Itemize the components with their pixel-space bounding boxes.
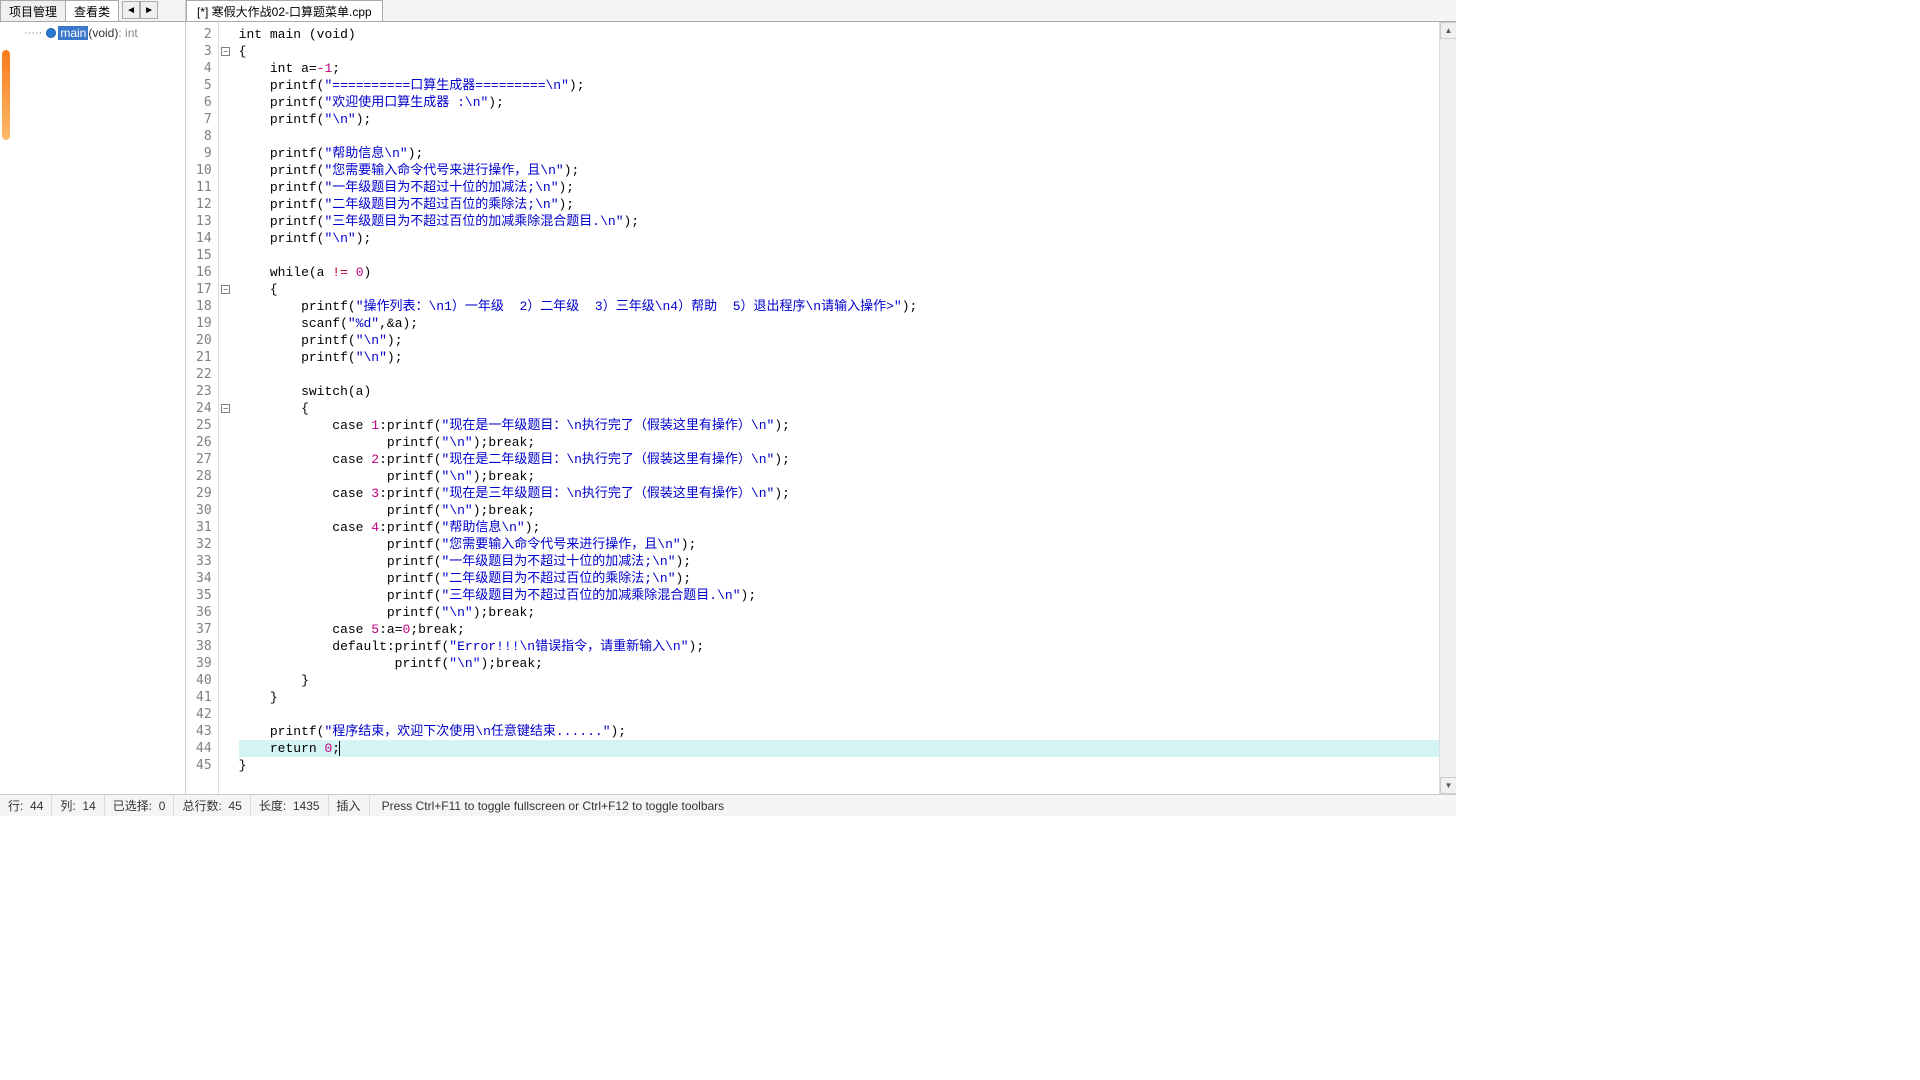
scroll-down-button[interactable]: ▼: [1440, 777, 1456, 794]
tree-node-main[interactable]: ····· main(void) : int: [4, 26, 181, 40]
line-numbers: 2345678910111213141516171819202122232425…: [186, 22, 219, 794]
left-tabs: 项目管理 查看类 ◄ ►: [0, 0, 185, 22]
nav-prev-button[interactable]: ◄: [122, 1, 140, 19]
nav-next-button[interactable]: ►: [140, 1, 158, 19]
status-selected: 已选择: 0: [105, 795, 175, 816]
status-total-lines: 总行数: 45: [174, 795, 250, 816]
status-col: 列: 14: [52, 795, 104, 816]
tree-scroll-indicator[interactable]: [2, 50, 10, 140]
fold-column: −−−: [219, 22, 233, 794]
status-row: 行: 44: [0, 795, 52, 816]
file-tab-active[interactable]: [*] 寒假大作战02-口算题菜单.cpp: [186, 0, 383, 21]
code-editor[interactable]: int main (void){ int a=-1; printf("=====…: [233, 22, 1456, 794]
tree-connector: ·····: [24, 27, 42, 39]
tab-project[interactable]: 项目管理: [0, 0, 66, 21]
scroll-up-button[interactable]: ▲: [1440, 22, 1456, 39]
vertical-scrollbar[interactable]: ▲ ▼: [1439, 22, 1456, 794]
file-tabs: [*] 寒假大作战02-口算题菜单.cpp: [186, 0, 1456, 22]
status-insert-mode: 插入: [329, 795, 370, 816]
left-panel: 项目管理 查看类 ◄ ► ····· main(void) : int: [0, 0, 186, 794]
tree-func-name: main: [58, 26, 88, 40]
tree-func-ret: : int: [118, 26, 137, 40]
status-hint: Press Ctrl+F11 to toggle fullscreen or C…: [370, 799, 737, 813]
class-tree: ····· main(void) : int: [0, 22, 185, 794]
status-bar: 行: 44 列: 14 已选择: 0 总行数: 45 长度: 1435 插入 P…: [0, 794, 1456, 816]
function-icon: [46, 28, 56, 38]
status-length: 长度: 1435: [251, 795, 329, 816]
editor-panel: [*] 寒假大作战02-口算题菜单.cpp 234567891011121314…: [186, 0, 1456, 794]
tab-classes[interactable]: 查看类: [65, 0, 119, 21]
tree-func-sig: (void): [88, 26, 118, 40]
